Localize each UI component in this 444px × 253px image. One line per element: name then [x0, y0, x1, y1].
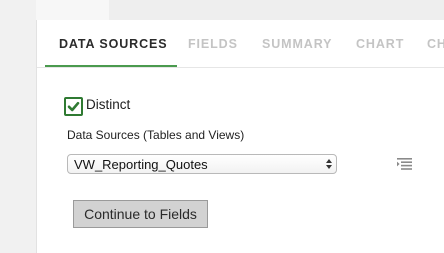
- tab-summary[interactable]: SUMMARY: [262, 37, 332, 51]
- continue-to-fields-button[interactable]: Continue to Fields: [73, 200, 208, 228]
- tab-next-truncated[interactable]: CH: [427, 37, 444, 51]
- data-source-select[interactable]: VW_Reporting_Quotes: [67, 154, 337, 174]
- wizard-panel: DATA SOURCES FIELDS SUMMARY CHART CH Dis…: [36, 20, 444, 253]
- top-bar-left: [36, 0, 109, 20]
- data-source-selected-value: VW_Reporting_Quotes: [74, 157, 208, 172]
- active-tab-indicator: [45, 65, 177, 67]
- up-down-arrows-icon: [326, 159, 332, 169]
- distinct-checkbox[interactable]: [64, 97, 83, 116]
- list-icon[interactable]: [397, 158, 413, 170]
- left-sidebar-strip: [0, 0, 36, 253]
- tab-data-sources[interactable]: DATA SOURCES: [59, 37, 168, 51]
- data-sources-label: Data Sources (Tables and Views): [67, 128, 245, 142]
- distinct-label: Distinct: [86, 97, 131, 112]
- top-bar-right: [109, 0, 444, 20]
- tab-chart[interactable]: CHART: [356, 37, 404, 51]
- tab-fields[interactable]: FIELDS: [188, 37, 238, 51]
- checkmark-icon: [67, 101, 80, 112]
- wizard-tabs: DATA SOURCES FIELDS SUMMARY CHART CH: [37, 20, 444, 68]
